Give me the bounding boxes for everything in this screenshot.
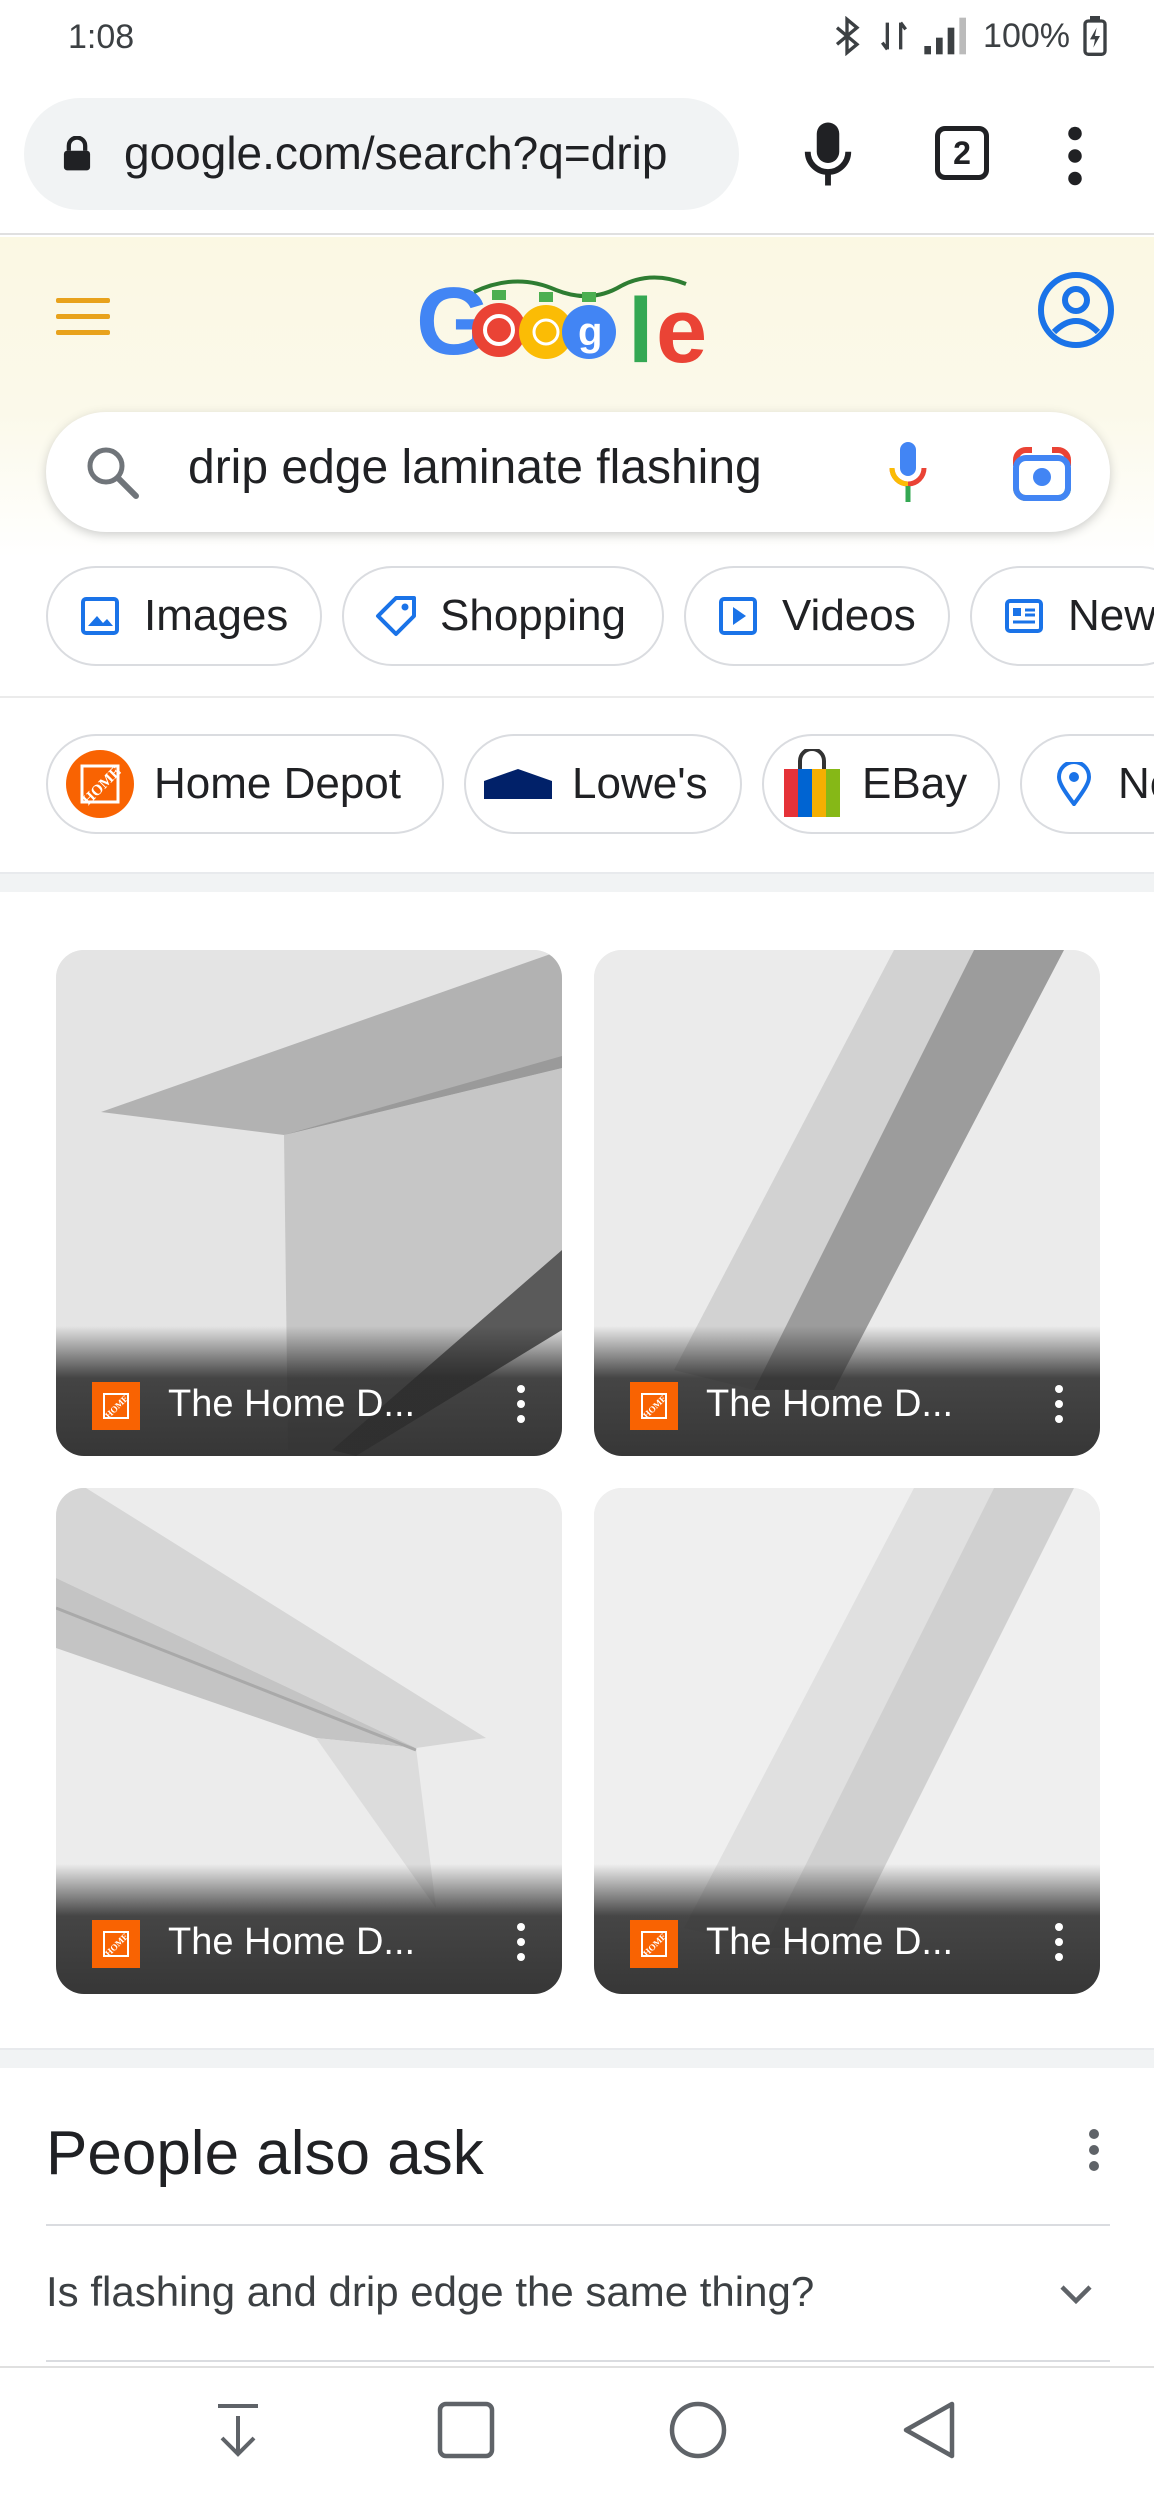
tag-icon: [374, 594, 418, 638]
mic-icon[interactable]: [888, 440, 928, 506]
chip-nearby-label: Ne: [1118, 759, 1154, 808]
chip-images[interactable]: Images: [46, 566, 322, 666]
more-options-icon[interactable]: [516, 1922, 526, 1962]
chip-ebay[interactable]: EBay: [762, 734, 1000, 834]
section-divider: [0, 2048, 1154, 2068]
divider: [46, 2224, 1110, 2226]
image-icon: [78, 594, 122, 638]
chip-home-depot[interactable]: HOME Home Depot: [46, 734, 444, 834]
people-also-ask-title: People also ask: [46, 2119, 484, 2188]
chip-news[interactable]: New: [970, 566, 1154, 666]
image-source[interactable]: The Home D...: [168, 1383, 415, 1426]
chip-videos[interactable]: Videos: [684, 566, 950, 666]
svg-text:e: e: [656, 280, 707, 382]
navigation-bar: [0, 2366, 1154, 2500]
status-icons: 100%: [827, 16, 1108, 56]
status-time: 1:08: [68, 18, 135, 56]
paa-question[interactable]: Is flashing and drip edge the same thing…: [46, 2268, 814, 2316]
divider: [46, 2360, 1110, 2362]
chevron-down-icon[interactable]: [1058, 2276, 1094, 2312]
more-options-icon[interactable]: [1054, 1384, 1064, 1424]
image-result[interactable]: HOME The Home D...: [594, 1488, 1100, 1994]
hamburger-menu-icon[interactable]: [56, 296, 110, 338]
google-lens-icon[interactable]: [1012, 446, 1072, 502]
image-result[interactable]: HOME The Home D...: [594, 950, 1100, 1456]
battery-charging-icon: [1083, 16, 1107, 56]
more-options-icon[interactable]: [1088, 2128, 1100, 2172]
chip-home-depot-label: Home Depot: [154, 759, 402, 808]
chip-lowes-label: Lowe's: [572, 759, 708, 808]
home-depot-logo: HOME: [64, 748, 136, 820]
svg-text:HOME: HOME: [103, 1393, 130, 1420]
home-depot-logo: HOME: [92, 1382, 140, 1430]
chip-news-label: New: [1068, 591, 1154, 640]
more-options-icon[interactable]: [1060, 126, 1090, 186]
more-options-icon[interactable]: [1054, 1922, 1064, 1962]
section-divider: [0, 872, 1154, 892]
news-icon: [1002, 594, 1046, 638]
svg-text:HOME: HOME: [641, 1393, 668, 1420]
chip-shopping-label: Shopping: [440, 591, 626, 640]
svg-text:HOME: HOME: [103, 1931, 130, 1958]
search-input[interactable]: drip edge laminate flashing: [188, 440, 762, 495]
google-doodle-logo[interactable]: G g l e: [416, 262, 736, 382]
image-source[interactable]: The Home D...: [706, 1921, 953, 1964]
download-arrow-icon[interactable]: [208, 2400, 268, 2460]
lock-icon: [63, 136, 91, 171]
tab-switcher-button[interactable]: 2: [935, 126, 989, 180]
recent-apps-icon[interactable]: [436, 2400, 496, 2460]
chip-nearby[interactable]: Ne: [1020, 734, 1154, 834]
back-button-icon[interactable]: [900, 2400, 960, 2460]
home-depot-logo: HOME: [630, 1920, 678, 1968]
image-result[interactable]: HOME The Home D...: [56, 1488, 562, 1994]
image-result[interactable]: HOME The Home D...: [56, 950, 562, 1456]
signal-icon: [924, 17, 967, 55]
voice-search-icon[interactable]: [800, 118, 856, 190]
svg-text:l: l: [628, 280, 654, 382]
home-depot-logo: HOME: [630, 1382, 678, 1430]
chip-lowes[interactable]: Lowe's: [464, 734, 742, 834]
svg-text:g: g: [578, 310, 602, 354]
more-options-icon[interactable]: [516, 1384, 526, 1424]
account-avatar-icon[interactable]: [1036, 270, 1116, 350]
chip-images-label: Images: [144, 591, 289, 640]
battery-percent: 100%: [983, 16, 1070, 55]
search-icon: [87, 447, 139, 499]
play-icon: [716, 594, 760, 638]
svg-text:HOME: HOME: [641, 1931, 668, 1958]
chip-videos-label: Videos: [782, 591, 916, 640]
image-source[interactable]: The Home D...: [168, 1921, 415, 1964]
lowes-logo: [482, 762, 554, 806]
ebay-bag-icon: [780, 748, 844, 820]
chip-shopping[interactable]: Shopping: [342, 566, 664, 666]
home-depot-logo: HOME: [92, 1920, 140, 1968]
image-source[interactable]: The Home D...: [706, 1383, 953, 1426]
divider: [0, 696, 1154, 698]
chip-ebay-label: EBay: [862, 759, 968, 808]
lte-data-icon: [881, 21, 908, 51]
home-button-icon[interactable]: [668, 2400, 728, 2460]
url-text[interactable]: google.com/search?q=drip: [124, 126, 724, 180]
location-pin-icon: [1052, 762, 1096, 806]
bluetooth-icon: [835, 16, 860, 56]
